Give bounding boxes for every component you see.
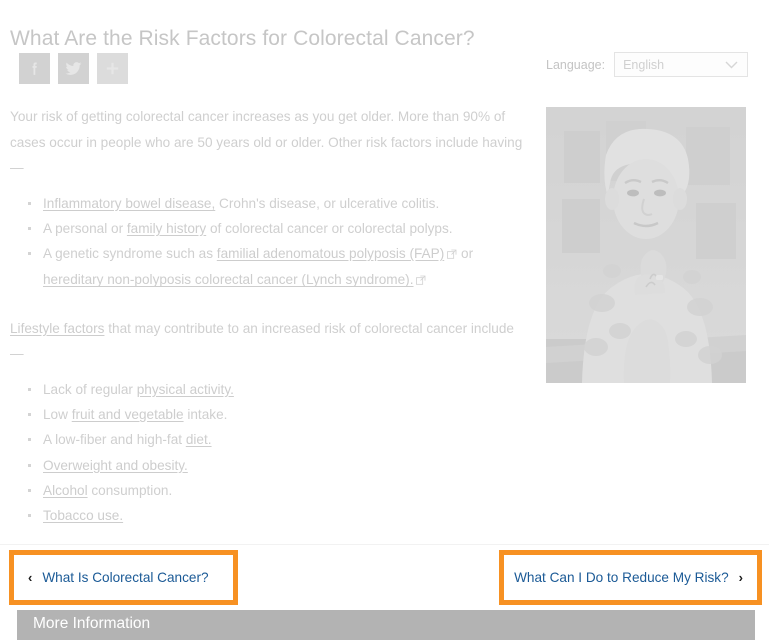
older-woman-portrait xyxy=(546,107,746,383)
list-item-text: Crohn's disease, or ulcerative colitis. xyxy=(215,195,440,211)
risk-factors-list: Inflammatory bowel disease, Crohn's dise… xyxy=(10,191,532,294)
link-fruit-and-vegetable[interactable]: fruit and vegetable xyxy=(72,407,184,422)
twitter-share-button[interactable] xyxy=(58,53,89,84)
external-link-icon xyxy=(447,242,457,267)
list-item: A genetic syndrome such as familial aden… xyxy=(28,241,532,294)
content-divider xyxy=(0,544,769,545)
list-item: Overweight and obesity. xyxy=(28,453,532,478)
list-item-text: Lack of regular xyxy=(43,381,137,397)
language-selector: Language: English xyxy=(546,52,749,77)
link-familial-adenomatous-polyposis[interactable]: familial adenomatous polyposis (FAP) xyxy=(217,246,444,261)
more-information-section: More Information xyxy=(17,610,755,640)
list-item-text: intake. xyxy=(183,406,228,422)
list-item-text: of colorectal cancer or colorectal polyp… xyxy=(206,220,453,236)
link-lifestyle-factors[interactable]: Lifestyle factors xyxy=(10,321,104,336)
twitter-icon xyxy=(64,59,83,78)
lifestyle-paragraph-text: that may contribute to an increased risk… xyxy=(104,320,514,336)
link-lynch-syndrome[interactable]: hereditary non-polyposis colorectal canc… xyxy=(43,272,413,287)
article-photo xyxy=(546,107,746,383)
lifestyle-factors-list: Lack of regular physical activity. Low f… xyxy=(10,377,532,529)
facebook-share-button[interactable] xyxy=(19,53,50,84)
chevron-right-icon: › xyxy=(738,570,743,585)
link-alcohol[interactable]: Alcohol xyxy=(43,483,88,498)
social-share-bar xyxy=(19,53,128,84)
list-item-text: consumption. xyxy=(87,482,173,498)
list-item: Inflammatory bowel disease, Crohn's dise… xyxy=(28,191,532,216)
list-item-text: Low xyxy=(43,406,72,422)
page-title: What Are the Risk Factors for Colorectal… xyxy=(10,27,475,51)
list-item: Alcohol consumption. xyxy=(28,478,532,503)
language-label: Language: xyxy=(546,57,606,72)
external-link-icon xyxy=(416,268,426,293)
chevron-down-icon xyxy=(725,56,738,74)
list-item: Tobacco use. xyxy=(28,503,532,528)
link-physical-activity[interactable]: physical activity. xyxy=(137,382,234,397)
more-share-button[interactable] xyxy=(97,53,128,84)
link-diet[interactable]: diet. xyxy=(186,432,212,447)
next-page-button[interactable]: What Can I Do to Reduce My Risk? › xyxy=(499,550,762,605)
list-item: Lack of regular physical activity. xyxy=(28,377,532,402)
previous-page-link[interactable]: ‹ What Is Colorectal Cancer? xyxy=(28,570,209,585)
list-item-text: A genetic syndrome such as xyxy=(43,246,217,262)
plus-icon xyxy=(104,60,121,77)
facebook-icon xyxy=(26,60,43,77)
link-tobacco-use[interactable]: Tobacco use. xyxy=(43,508,123,523)
link-inflammatory-bowel-disease[interactable]: Inflammatory bowel disease, xyxy=(43,196,215,211)
lifestyle-paragraph-dash: — xyxy=(10,346,24,362)
next-page-link[interactable]: What Can I Do to Reduce My Risk? › xyxy=(514,570,743,585)
list-item-text: A low-fiber and high-fat xyxy=(43,432,186,448)
list-item-text: or xyxy=(461,246,474,262)
intro-paragraph: Your risk of getting colorectal cancer i… xyxy=(10,109,523,175)
next-page-label: What Can I Do to Reduce My Risk? xyxy=(514,570,729,585)
language-selected-value: English xyxy=(623,57,665,72)
list-item: Low fruit and vegetable intake. xyxy=(28,402,532,427)
chevron-left-icon: ‹ xyxy=(28,570,33,585)
article-content: Your risk of getting colorectal cancer i… xyxy=(10,104,532,528)
previous-page-label: What Is Colorectal Cancer? xyxy=(42,570,209,585)
more-information-title: More Information xyxy=(33,615,151,632)
link-overweight-and-obesity[interactable]: Overweight and obesity. xyxy=(43,458,188,473)
link-family-history[interactable]: family history xyxy=(127,221,206,236)
list-item: A personal or family history of colorect… xyxy=(28,216,532,241)
language-dropdown[interactable]: English xyxy=(614,52,749,77)
lifestyle-paragraph: Lifestyle factors that may contribute to… xyxy=(10,294,532,367)
previous-page-button[interactable]: ‹ What Is Colorectal Cancer? xyxy=(9,550,238,605)
list-item-text: A personal or xyxy=(43,220,127,236)
list-item: A low-fiber and high-fat diet. xyxy=(28,427,532,452)
